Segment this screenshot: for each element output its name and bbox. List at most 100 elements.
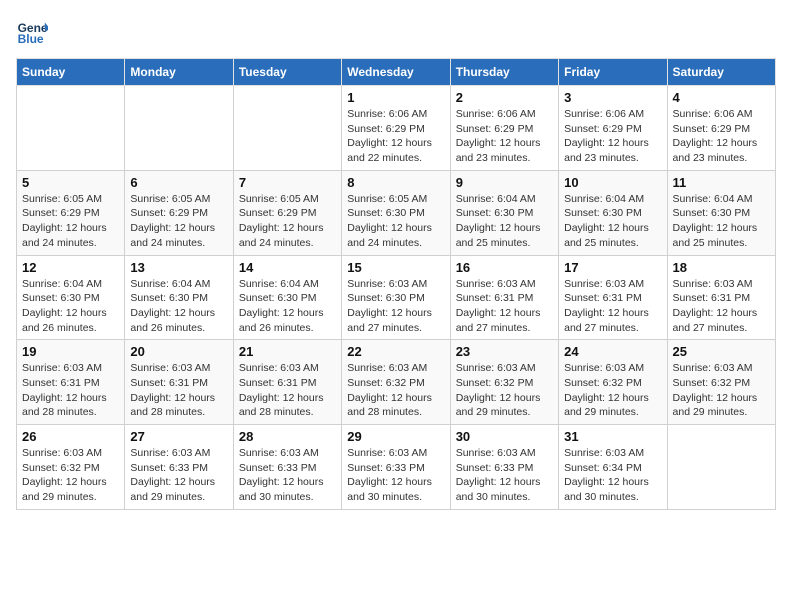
calendar-cell: 13 Sunrise: 6:04 AM Sunset: 6:30 PM Dayli… [125,255,233,340]
calendar-cell: 18 Sunrise: 6:03 AM Sunset: 6:31 PM Dayli… [667,255,775,340]
day-info: Sunrise: 6:03 AM Sunset: 6:31 PM Dayligh… [130,361,227,420]
day-info: Sunrise: 6:04 AM Sunset: 6:30 PM Dayligh… [130,277,227,336]
page-header: General Blue [16,16,776,48]
day-info: Sunrise: 6:06 AM Sunset: 6:29 PM Dayligh… [673,107,770,166]
calendar-cell: 1 Sunrise: 6:06 AM Sunset: 6:29 PM Daylig… [342,86,450,171]
svg-text:Blue: Blue [18,32,44,46]
calendar-cell: 25Sunrise: 6:03 AM Sunset: 6:32 PM Dayli… [667,340,775,425]
day-info: Sunrise: 6:06 AM Sunset: 6:29 PM Dayligh… [456,107,553,166]
calendar-cell: 14 Sunrise: 6:04 AM Sunset: 6:30 PM Dayli… [233,255,341,340]
day-number: 20 [130,344,227,359]
calendar-cell: 5 Sunrise: 6:05 AM Sunset: 6:29 PM Daylig… [17,170,125,255]
day-info: Sunrise: 6:03 AM Sunset: 6:31 PM Dayligh… [239,361,336,420]
weekday-header-wednesday: Wednesday [342,59,450,86]
calendar-cell: 3 Sunrise: 6:06 AM Sunset: 6:29 PM Daylig… [559,86,667,171]
day-number: 28 [239,429,336,444]
calendar-cell: 24 Sunrise: 6:03 AM Sunset: 6:32 PM Dayli… [559,340,667,425]
day-info: Sunrise: 6:03 AM Sunset: 6:31 PM Dayligh… [22,361,119,420]
week-row-1: 1 Sunrise: 6:06 AM Sunset: 6:29 PM Daylig… [17,86,776,171]
week-row-5: 26 Sunrise: 6:03 AM Sunset: 6:32 PM Dayli… [17,425,776,510]
day-info: Sunrise: 6:04 AM Sunset: 6:30 PM Dayligh… [673,192,770,251]
day-info: Sunrise: 6:03 AM Sunset: 6:32 PM Dayligh… [564,361,661,420]
calendar-cell: 30 Sunrise: 6:03 AM Sunset: 6:33 PM Dayli… [450,425,558,510]
day-number: 31 [564,429,661,444]
calendar-cell: 2Sunrise: 6:06 AM Sunset: 6:29 PM Daylig… [450,86,558,171]
day-info: Sunrise: 6:03 AM Sunset: 6:33 PM Dayligh… [239,446,336,505]
day-number: 14 [239,260,336,275]
day-number: 6 [130,175,227,190]
day-number: 21 [239,344,336,359]
weekday-header-monday: Monday [125,59,233,86]
calendar-cell: 12Sunrise: 6:04 AM Sunset: 6:30 PM Dayli… [17,255,125,340]
day-number: 22 [347,344,444,359]
day-info: Sunrise: 6:03 AM Sunset: 6:31 PM Dayligh… [673,277,770,336]
day-info: Sunrise: 6:03 AM Sunset: 6:31 PM Dayligh… [456,277,553,336]
day-info: Sunrise: 6:06 AM Sunset: 6:29 PM Dayligh… [564,107,661,166]
week-row-3: 12Sunrise: 6:04 AM Sunset: 6:30 PM Dayli… [17,255,776,340]
calendar-cell: 10 Sunrise: 6:04 AM Sunset: 6:30 PM Dayli… [559,170,667,255]
day-info: Sunrise: 6:05 AM Sunset: 6:29 PM Dayligh… [130,192,227,251]
day-info: Sunrise: 6:03 AM Sunset: 6:33 PM Dayligh… [347,446,444,505]
calendar-cell: 23 Sunrise: 6:03 AM Sunset: 6:32 PM Dayli… [450,340,558,425]
calendar-cell: 20 Sunrise: 6:03 AM Sunset: 6:31 PM Dayli… [125,340,233,425]
weekday-header-tuesday: Tuesday [233,59,341,86]
day-number: 11 [673,175,770,190]
calendar-table: SundayMondayTuesdayWednesdayThursdayFrid… [16,58,776,510]
day-number: 7 [239,175,336,190]
day-info: Sunrise: 6:04 AM Sunset: 6:30 PM Dayligh… [239,277,336,336]
calendar-cell [667,425,775,510]
day-number: 1 [347,90,444,105]
week-row-4: 19Sunrise: 6:03 AM Sunset: 6:31 PM Dayli… [17,340,776,425]
day-number: 15 [347,260,444,275]
calendar-cell: 31Sunrise: 6:03 AM Sunset: 6:34 PM Dayli… [559,425,667,510]
day-info: Sunrise: 6:05 AM Sunset: 6:29 PM Dayligh… [22,192,119,251]
logo-icon: General Blue [16,16,48,48]
day-number: 3 [564,90,661,105]
day-info: Sunrise: 6:06 AM Sunset: 6:29 PM Dayligh… [347,107,444,166]
day-number: 30 [456,429,553,444]
calendar-cell: 27Sunrise: 6:03 AM Sunset: 6:33 PM Dayli… [125,425,233,510]
day-number: 18 [673,260,770,275]
day-info: Sunrise: 6:04 AM Sunset: 6:30 PM Dayligh… [456,192,553,251]
day-info: Sunrise: 6:03 AM Sunset: 6:30 PM Dayligh… [347,277,444,336]
day-number: 9 [456,175,553,190]
calendar-cell [125,86,233,171]
day-number: 26 [22,429,119,444]
week-row-2: 5 Sunrise: 6:05 AM Sunset: 6:29 PM Daylig… [17,170,776,255]
calendar-cell: 11 Sunrise: 6:04 AM Sunset: 6:30 PM Dayli… [667,170,775,255]
day-number: 25 [673,344,770,359]
calendar-cell: 6 Sunrise: 6:05 AM Sunset: 6:29 PM Daylig… [125,170,233,255]
day-info: Sunrise: 6:04 AM Sunset: 6:30 PM Dayligh… [564,192,661,251]
day-number: 8 [347,175,444,190]
day-number: 5 [22,175,119,190]
day-number: 17 [564,260,661,275]
day-info: Sunrise: 6:05 AM Sunset: 6:29 PM Dayligh… [239,192,336,251]
day-info: Sunrise: 6:04 AM Sunset: 6:30 PM Dayligh… [22,277,119,336]
calendar-cell: 7 Sunrise: 6:05 AM Sunset: 6:29 PM Daylig… [233,170,341,255]
day-number: 10 [564,175,661,190]
day-number: 16 [456,260,553,275]
calendar-cell: 4 Sunrise: 6:06 AM Sunset: 6:29 PM Daylig… [667,86,775,171]
calendar-cell: 21 Sunrise: 6:03 AM Sunset: 6:31 PM Dayli… [233,340,341,425]
calendar-cell: 16 Sunrise: 6:03 AM Sunset: 6:31 PM Dayli… [450,255,558,340]
day-info: Sunrise: 6:03 AM Sunset: 6:32 PM Dayligh… [22,446,119,505]
day-number: 13 [130,260,227,275]
day-number: 4 [673,90,770,105]
weekday-header-row: SundayMondayTuesdayWednesdayThursdayFrid… [17,59,776,86]
calendar-cell: 29 Sunrise: 6:03 AM Sunset: 6:33 PM Dayli… [342,425,450,510]
day-info: Sunrise: 6:03 AM Sunset: 6:33 PM Dayligh… [456,446,553,505]
calendar-cell [233,86,341,171]
calendar-cell: 28 Sunrise: 6:03 AM Sunset: 6:33 PM Dayli… [233,425,341,510]
day-info: Sunrise: 6:03 AM Sunset: 6:32 PM Dayligh… [456,361,553,420]
calendar-cell: 22Sunrise: 6:03 AM Sunset: 6:32 PM Dayli… [342,340,450,425]
day-number: 24 [564,344,661,359]
logo: General Blue [16,16,52,48]
weekday-header-thursday: Thursday [450,59,558,86]
weekday-header-sunday: Sunday [17,59,125,86]
weekday-header-saturday: Saturday [667,59,775,86]
day-number: 23 [456,344,553,359]
day-info: Sunrise: 6:03 AM Sunset: 6:33 PM Dayligh… [130,446,227,505]
calendar-cell: 8Sunrise: 6:05 AM Sunset: 6:30 PM Daylig… [342,170,450,255]
day-number: 29 [347,429,444,444]
calendar-cell: 15 Sunrise: 6:03 AM Sunset: 6:30 PM Dayli… [342,255,450,340]
